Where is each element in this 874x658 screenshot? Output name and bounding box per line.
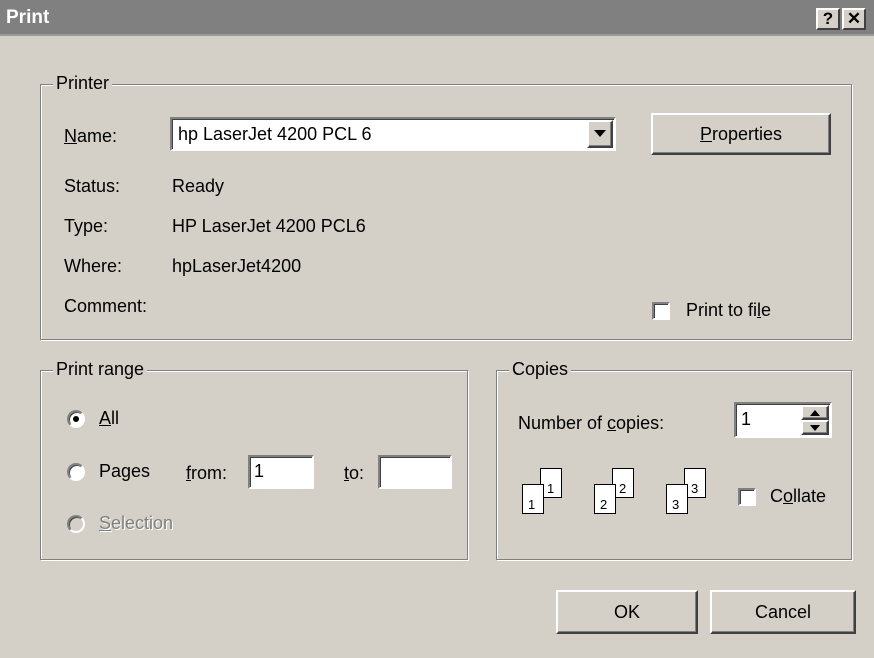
- all-radio[interactable]: [67, 410, 85, 428]
- to-label: to:: [344, 463, 365, 483]
- cancel-button[interactable]: Cancel: [710, 590, 856, 634]
- number-of-copies-label: Number of copies:: [518, 413, 665, 433]
- selection-label: Selection: [99, 513, 174, 533]
- copies-spinner[interactable]: 1: [734, 402, 832, 438]
- spin-down-button[interactable]: [801, 420, 829, 435]
- copies-legend: Copies: [509, 359, 572, 380]
- collate-checkbox[interactable]: [738, 488, 756, 506]
- to-input[interactable]: [378, 455, 452, 489]
- close-button[interactable]: ✕: [842, 8, 866, 30]
- copies-value: 1: [741, 409, 752, 429]
- status-label: Status:: [64, 176, 121, 196]
- printer-name-value: hp LaserJet 4200 PCL 6: [178, 124, 372, 144]
- spin-up-button[interactable]: [801, 405, 829, 420]
- from-input[interactable]: 1: [248, 455, 314, 489]
- type-label: Type:: [64, 216, 109, 236]
- properties-button[interactable]: Properties: [651, 113, 831, 155]
- collate-label[interactable]: Collate: [770, 486, 826, 507]
- window-title: Print: [6, 7, 50, 28]
- collate-page-front: 2: [594, 484, 616, 514]
- print-to-file-checkbox[interactable]: [652, 302, 670, 320]
- ok-button[interactable]: OK: [556, 590, 698, 634]
- from-label: from:: [186, 463, 228, 483]
- all-label[interactable]: All: [99, 408, 119, 429]
- pages-label[interactable]: Pages: [99, 461, 150, 482]
- help-button[interactable]: ?: [816, 8, 840, 30]
- from-value: 1: [254, 461, 265, 481]
- printer-name-select[interactable]: hp LaserJet 4200 PCL 6: [170, 117, 616, 151]
- where-value: hpLaserJet4200: [172, 256, 302, 276]
- ok-label: OK: [613, 601, 640, 622]
- cancel-label: Cancel: [754, 601, 812, 622]
- spin-down-icon: [810, 424, 820, 431]
- comment-label: Comment:: [64, 296, 148, 316]
- name-label: Name:: [64, 126, 118, 146]
- spin-up-icon: [810, 409, 820, 416]
- printer-legend: Printer: [53, 73, 113, 94]
- print-range-legend: Print range: [53, 359, 148, 380]
- print-to-file-label[interactable]: Print to file: [686, 300, 771, 321]
- collate-page-front: 1: [522, 484, 544, 514]
- copies-group: Copies: [496, 359, 852, 560]
- where-label: Where:: [64, 256, 123, 276]
- printer-dropdown-button[interactable]: [587, 120, 613, 148]
- status-value: Ready: [172, 176, 225, 196]
- title-bar: Print ? ✕: [0, 0, 874, 36]
- collate-page-front: 3: [666, 484, 688, 514]
- pages-radio[interactable]: [67, 463, 85, 481]
- selection-radio: [67, 515, 85, 533]
- type-value: HP LaserJet 4200 PCL6: [172, 216, 366, 236]
- properties-label: Properties: [699, 123, 783, 144]
- chevron-down-icon: [594, 130, 606, 137]
